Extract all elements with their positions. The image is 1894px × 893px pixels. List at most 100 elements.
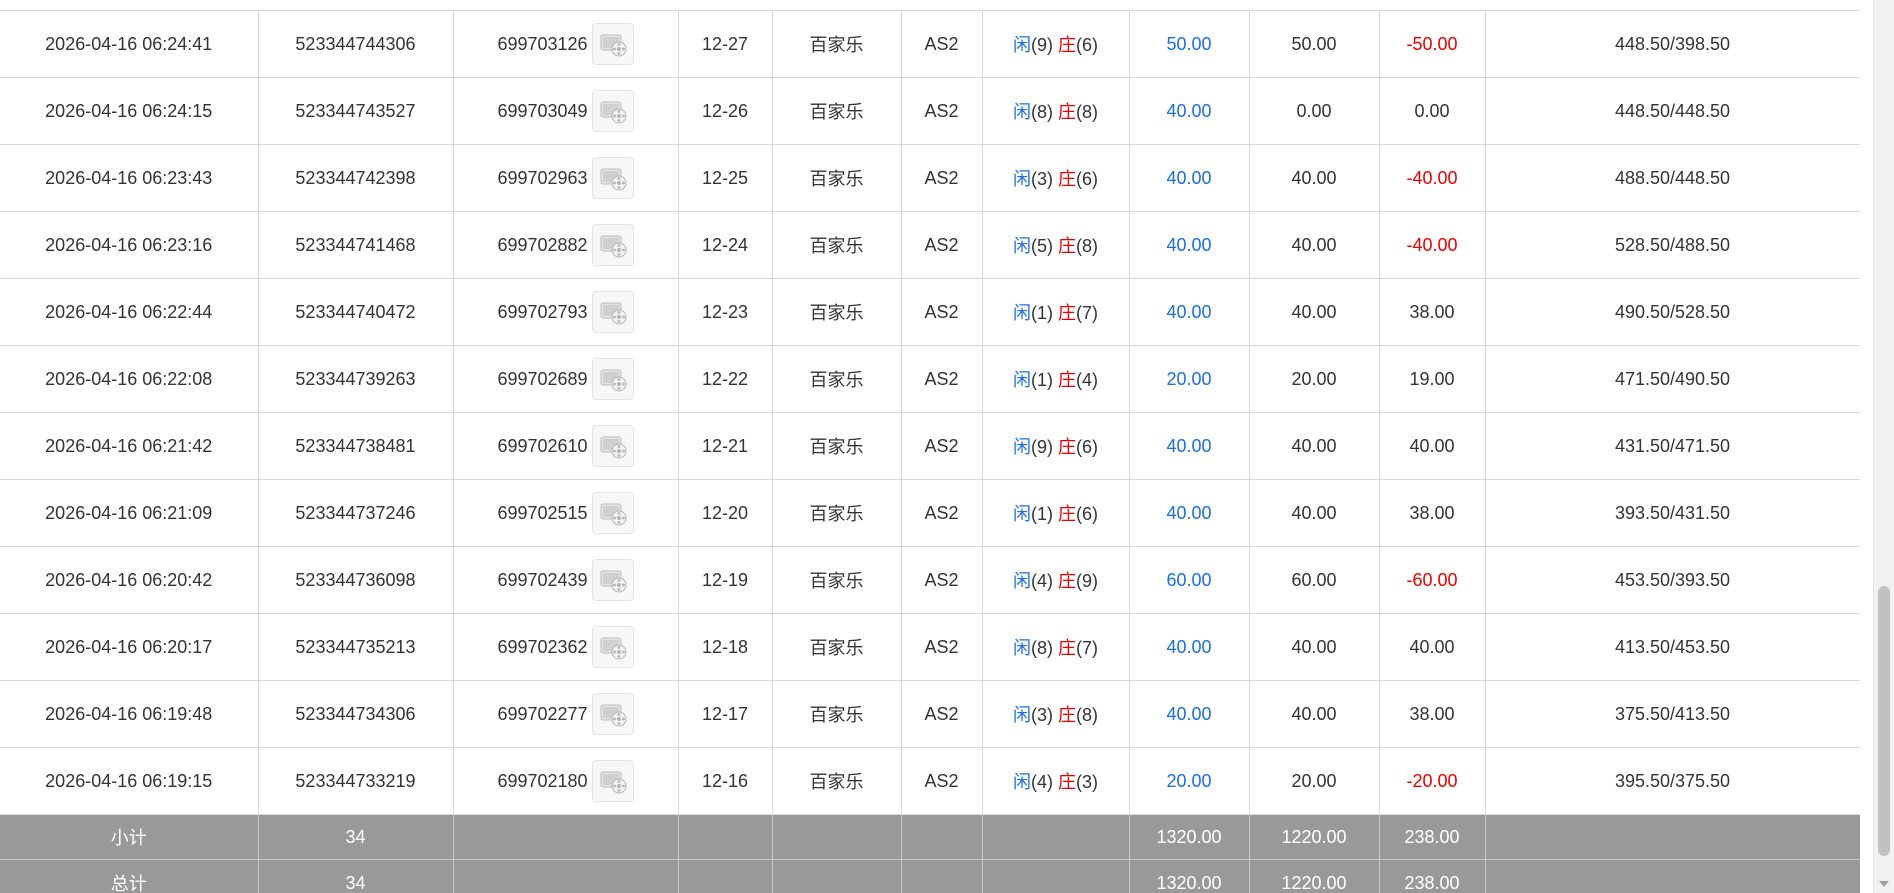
player-score: (3) — [1030, 705, 1053, 725]
table-name: AS2 — [900, 278, 983, 346]
bet-id-cell: 699703126 — [452, 10, 679, 78]
balance-change: 375.50/413.50 — [1484, 680, 1861, 748]
table-row: 2026-04-16 06:22:44 523344740472 699702793… — [0, 278, 1861, 346]
banker-score: (6) — [1076, 169, 1098, 189]
video-replay-icon[interactable] — [591, 492, 634, 534]
banker-label: 庄 — [1058, 571, 1076, 591]
banker-score: (6) — [1076, 35, 1098, 55]
player-score: (8) — [1030, 102, 1053, 122]
total-row: 总计 34 1320.00 1220.00 238.00 — [0, 859, 1861, 893]
valid-bet: 60.00 — [1248, 546, 1380, 614]
banker-label: 庄 — [1058, 169, 1076, 189]
round-number: 12-19 — [677, 546, 773, 614]
table-name: AS2 — [900, 345, 983, 413]
result-cell: 闲(3) 庄(6) — [981, 144, 1130, 212]
valid-bet: 50.00 — [1248, 10, 1380, 78]
total-bet-amount: 1320.00 — [1129, 859, 1250, 893]
game-name: 百家乐 — [771, 747, 902, 815]
balance-change: 528.50/488.50 — [1484, 211, 1861, 279]
banker-label: 庄 — [1058, 437, 1076, 457]
bet-id-cell: 699702362 — [452, 613, 679, 681]
game-name: 百家乐 — [771, 412, 902, 480]
player-label: 闲 — [1012, 102, 1031, 122]
total-empty — [772, 859, 902, 893]
win-loss: -50.00 — [1378, 10, 1486, 78]
game-name: 百家乐 — [771, 345, 902, 413]
round-number: 12-26 — [677, 77, 773, 145]
player-label: 闲 — [1012, 638, 1031, 658]
game-name: 百家乐 — [771, 144, 902, 212]
scrollbar-thumb[interactable] — [1878, 586, 1890, 856]
video-replay-icon[interactable] — [591, 559, 634, 601]
result-cell: 闲(8) 庄(7) — [981, 613, 1130, 681]
balance-change: 393.50/431.50 — [1484, 479, 1861, 547]
video-replay-icon[interactable] — [591, 291, 634, 333]
banker-label: 庄 — [1058, 705, 1076, 725]
bet-id: 699702689 — [497, 368, 588, 389]
bet-id: 699703049 — [497, 100, 588, 121]
subtotal-win-loss: 238.00 — [1379, 814, 1486, 860]
total-empty — [453, 859, 679, 893]
result-cell: 闲(4) 庄(3) — [981, 747, 1130, 815]
order-number: 523344735213 — [257, 613, 454, 681]
table-row: 2026-04-16 06:23:16 523344741468 699702882… — [0, 211, 1861, 279]
subtotal-bet-amount: 1320.00 — [1129, 814, 1250, 860]
vertical-scrollbar[interactable] — [1873, 0, 1894, 893]
player-label: 闲 — [1012, 571, 1031, 591]
bet-amount: 60.00 — [1128, 546, 1250, 614]
balance-change: 448.50/448.50 — [1484, 77, 1861, 145]
total-empty — [678, 859, 773, 893]
bet-time: 2026-04-16 06:22:08 — [0, 345, 259, 413]
result-cell: 闲(1) 庄(7) — [981, 278, 1130, 346]
video-replay-icon[interactable] — [591, 90, 634, 132]
bet-id-cell: 699702882 — [452, 211, 679, 279]
order-number: 523344744306 — [257, 10, 454, 78]
banker-label: 庄 — [1058, 370, 1076, 390]
banker-label: 庄 — [1058, 35, 1076, 55]
game-name: 百家乐 — [771, 211, 902, 279]
round-number: 12-25 — [677, 144, 773, 212]
valid-bet: 40.00 — [1248, 144, 1380, 212]
balance-change: 488.50/448.50 — [1484, 144, 1861, 212]
balance-change: 395.50/375.50 — [1484, 747, 1861, 815]
scroll-down-arrow-icon[interactable] — [1879, 881, 1889, 887]
banker-score: (3) — [1076, 772, 1098, 792]
result-cell: 闲(5) 庄(8) — [981, 211, 1130, 279]
subtotal-row: 小计 34 1320.00 1220.00 238.00 — [0, 814, 1861, 860]
player-score: (1) — [1030, 504, 1053, 524]
video-replay-icon[interactable] — [591, 425, 634, 467]
game-name: 百家乐 — [771, 10, 902, 78]
total-empty — [982, 859, 1130, 893]
subtotal-empty — [1485, 814, 1861, 860]
banker-score: (8) — [1076, 705, 1098, 725]
win-loss: 40.00 — [1378, 412, 1486, 480]
video-replay-icon[interactable] — [591, 224, 634, 266]
round-number: 12-27 — [677, 10, 773, 78]
video-replay-icon[interactable] — [591, 693, 634, 735]
video-replay-icon[interactable] — [591, 23, 634, 65]
balance-change: 471.50/490.50 — [1484, 345, 1861, 413]
result-cell: 闲(1) 庄(6) — [981, 479, 1130, 547]
bet-id-cell: 699702439 — [452, 546, 679, 614]
balance-change: 490.50/528.50 — [1484, 278, 1861, 346]
banker-label: 庄 — [1058, 772, 1076, 792]
round-number: 12-22 — [677, 345, 773, 413]
bet-records-page: 2026-04-16 06:24:41 523344744306 699703126… — [0, 0, 1894, 893]
round-number: 12-16 — [677, 747, 773, 815]
video-replay-icon[interactable] — [591, 760, 634, 802]
bet-amount: 20.00 — [1128, 747, 1250, 815]
result-cell: 闲(8) 庄(8) — [981, 77, 1130, 145]
video-replay-icon[interactable] — [591, 358, 634, 400]
order-number: 523344743527 — [257, 77, 454, 145]
order-number: 523344736098 — [257, 546, 454, 614]
player-score: (9) — [1030, 35, 1053, 55]
result-cell: 闲(1) 庄(4) — [981, 345, 1130, 413]
bet-amount: 40.00 — [1128, 680, 1250, 748]
round-number: 12-24 — [677, 211, 773, 279]
video-replay-icon[interactable] — [591, 157, 634, 199]
subtotal-empty — [678, 814, 773, 860]
subtotal-label: 小计 — [0, 814, 259, 860]
bet-id-cell: 699702277 — [452, 680, 679, 748]
video-replay-icon[interactable] — [591, 626, 634, 668]
banker-label: 庄 — [1058, 638, 1076, 658]
